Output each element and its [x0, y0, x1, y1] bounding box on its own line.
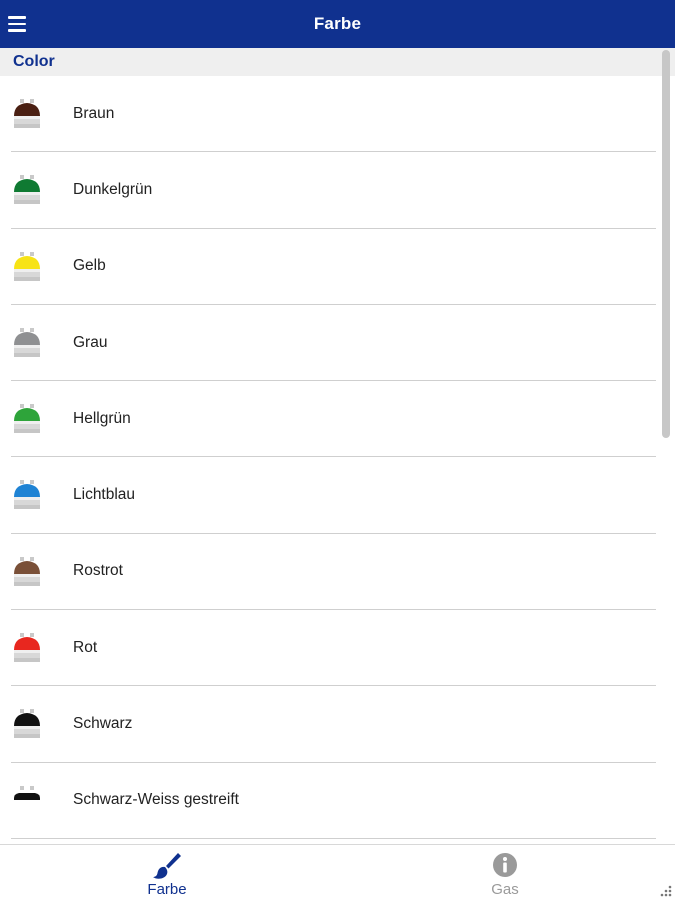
- info-icon: [493, 853, 517, 877]
- list-item-label: Rot: [73, 638, 98, 656]
- list-item-label: Dunkelgrün: [73, 180, 153, 198]
- tab-farbe[interactable]: Farbe: [107, 845, 227, 900]
- list-item-label: Braun: [73, 104, 115, 122]
- list-item[interactable]: Hellgrün: [11, 381, 656, 458]
- gas-cylinder-icon: [14, 480, 40, 510]
- gas-cylinder-icon: [14, 251, 40, 281]
- list-item[interactable]: Dunkelgrün: [11, 152, 656, 229]
- list-item-label: Hellgrün: [73, 409, 131, 427]
- top-app-bar: Farbe: [0, 0, 675, 48]
- gas-cylinder-striped-icon: [14, 785, 40, 804]
- tab-gas-label: Gas: [491, 881, 519, 898]
- scrollbar-thumb[interactable]: [662, 50, 670, 438]
- list-item-label: Grau: [73, 333, 108, 351]
- list-item[interactable]: Gelb: [11, 229, 656, 305]
- tab-farbe-label: Farbe: [147, 881, 187, 898]
- list-item[interactable]: Lichtblau: [11, 457, 656, 534]
- list-item-label: Schwarz-Weiss gestreift: [73, 791, 239, 809]
- tab-gas[interactable]: Gas: [445, 845, 565, 900]
- bottom-tab-bar: Farbe Gas: [0, 844, 675, 900]
- section-header-color: Color: [0, 48, 675, 76]
- list-item[interactable]: Braun: [11, 76, 656, 153]
- scrollbar[interactable]: [662, 50, 670, 840]
- list-item[interactable]: Rot: [11, 610, 656, 687]
- list-item[interactable]: Schwarz: [11, 686, 656, 763]
- list-item[interactable]: Grau: [11, 305, 656, 382]
- list-item-label: Schwarz: [73, 715, 133, 733]
- color-list-view[interactable]: Color Braun Dunkelgrün Gelb Grau Hellgrün Lic…: [0, 48, 675, 844]
- list-item[interactable]: Rostrot: [11, 534, 656, 611]
- gas-cylinder-icon: [14, 99, 40, 128]
- gas-cylinder-icon: [14, 633, 40, 663]
- list-item[interactable]: Schwarz-Weiss gestreift: [11, 763, 656, 839]
- gas-cylinder-icon: [14, 175, 40, 205]
- paintbrush-icon: [153, 853, 181, 879]
- list-item-label: Rostrot: [73, 562, 123, 580]
- gas-cylinder-icon: [14, 709, 40, 739]
- list-item-label: Lichtblau: [73, 486, 136, 504]
- resize-grip-icon[interactable]: [658, 883, 672, 897]
- page-title: Farbe: [313, 14, 362, 33]
- hamburger-menu-icon[interactable]: [8, 13, 28, 35]
- gas-cylinder-icon: [14, 556, 40, 586]
- color-list: Braun Dunkelgrün Gelb Grau Hellgrün Lichtblau…: [0, 76, 675, 839]
- list-item-label: Gelb: [73, 257, 106, 275]
- gas-cylinder-icon: [14, 404, 40, 434]
- gas-cylinder-icon: [14, 327, 40, 357]
